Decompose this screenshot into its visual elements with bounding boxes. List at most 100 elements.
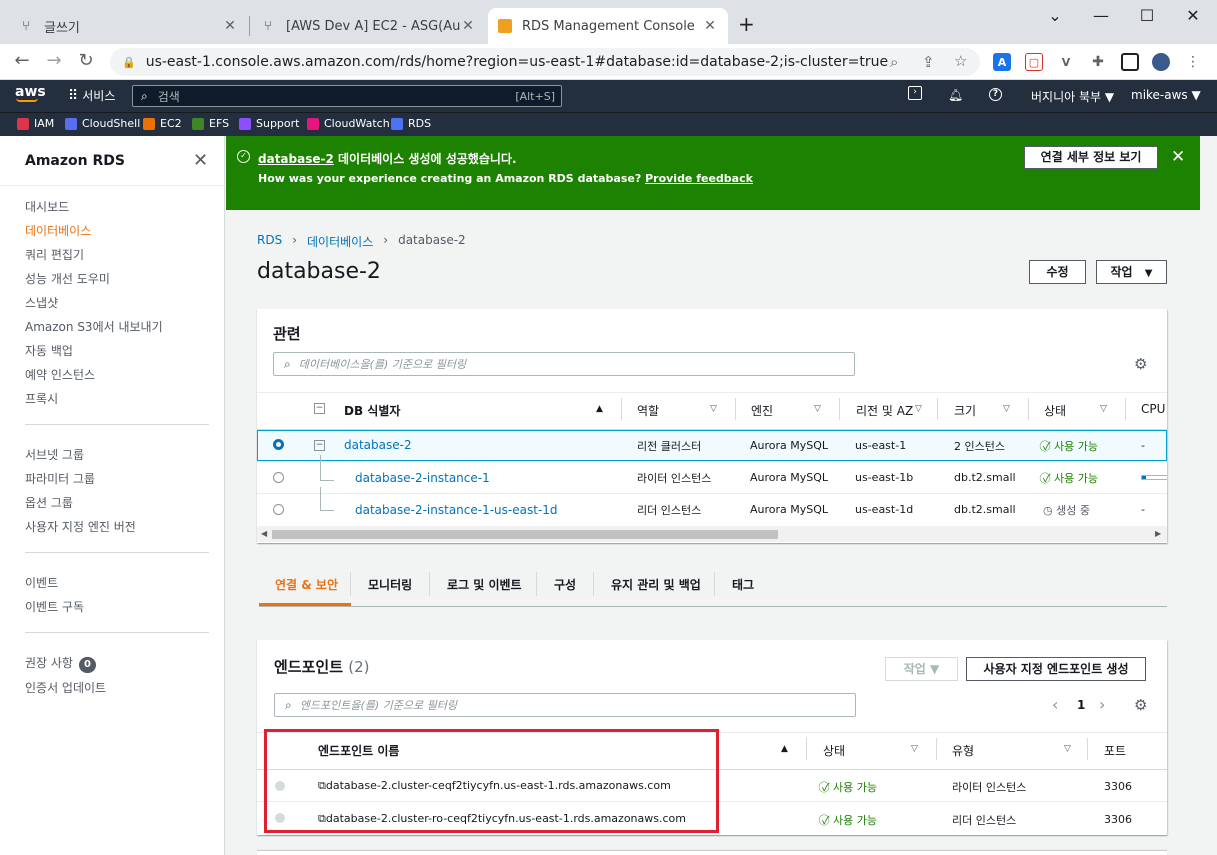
tab-monitoring[interactable]: 모니터링 [368, 576, 412, 593]
page-number[interactable]: 1 [1077, 698, 1085, 712]
minimize-icon[interactable]: — [1086, 6, 1116, 25]
favorite-support[interactable]: Support [239, 117, 299, 130]
sort-asc-icon[interactable]: ▲ [781, 744, 788, 754]
breadcrumb-rds[interactable]: RDS [257, 233, 282, 250]
sidebar-item-certificate-update[interactable]: 인증서 업데이트 [25, 679, 106, 696]
related-filter-input[interactable]: ⌕ 데이터베이스을(를) 기준으로 필터링 [273, 352, 855, 376]
side-panel-icon[interactable] [1121, 53, 1139, 71]
favorite-cloudwatch[interactable]: CloudWatch [307, 117, 390, 130]
db-identifier-link[interactable]: database-2-instance-1-us-east-1d [355, 503, 558, 517]
next-page-icon[interactable]: › [1099, 695, 1105, 714]
breadcrumb-databases[interactable]: 데이터베이스 [307, 233, 373, 250]
extensions-puzzle-icon[interactable]: ✚ [1089, 53, 1107, 71]
sidebar-item-automated-backups[interactable]: 자동 백업 [25, 342, 73, 359]
actions-button[interactable]: 작업 ▼ [1096, 260, 1167, 284]
sidebar-item-event-subscriptions[interactable]: 이벤트 구독 [25, 598, 84, 615]
sidebar-item-dashboard[interactable]: 대시보드 [25, 198, 69, 215]
collapse-all-icon[interactable]: − [314, 403, 325, 414]
close-icon[interactable]: ✕ [222, 18, 238, 34]
url-bar[interactable]: 🔒 us-east-1.console.aws.amazon.com/rds/h… [110, 48, 980, 76]
col-endpoint-type[interactable]: 유형 [952, 742, 974, 759]
col-db-identifier[interactable]: DB 식별자 [344, 402, 400, 419]
sidebar-item-option-groups[interactable]: 옵션 그룹 [25, 494, 73, 511]
sort-icon[interactable]: ▽ [1064, 744, 1071, 754]
sidebar-item-custom-engine-versions[interactable]: 사용자 지정 엔진 버전 [25, 518, 136, 535]
tab-connectivity-security[interactable]: 연결 & 보안 [275, 576, 338, 593]
close-icon[interactable]: ✕ [460, 18, 476, 34]
tab-tags[interactable]: 태그 [732, 576, 754, 593]
favorite-ec2[interactable]: EC2 [143, 117, 182, 130]
tab-logs-events[interactable]: 로그 및 이벤트 [447, 576, 522, 593]
back-icon[interactable]: ← [10, 50, 34, 71]
bell-icon[interactable]: 🔔︎ [948, 88, 963, 102]
sort-icon[interactable]: ▽ [915, 404, 922, 414]
extension-icon[interactable]: ▢ [1025, 53, 1043, 71]
services-menu[interactable]: ⠿ 서비스 [68, 87, 115, 104]
settings-gear-icon[interactable]: ⚙ [1134, 355, 1147, 373]
db-identifier-link[interactable]: database-2-instance-1 [355, 471, 490, 485]
horizontal-scrollbar[interactable]: ◀ ▶ [257, 526, 1167, 542]
favorite-cloudshell[interactable]: CloudShell [65, 117, 140, 130]
sort-icon[interactable]: ▽ [814, 404, 821, 414]
sidebar-item-query-editor[interactable]: 쿼리 편집기 [25, 246, 84, 263]
vue-extension-icon[interactable]: V [1057, 53, 1075, 71]
cloudshell-icon[interactable]: › [908, 86, 922, 100]
profile-avatar[interactable] [1152, 53, 1170, 71]
menu-kebab-icon[interactable]: ⋮ [1184, 53, 1202, 71]
share-icon[interactable]: ⇪ [922, 53, 935, 71]
sidebar-item-s3-export[interactable]: Amazon S3에서 내보내기 [25, 318, 163, 335]
window-close-icon[interactable]: ✕ [1178, 6, 1208, 25]
sidebar-item-parameter-groups[interactable]: 파라미터 그룹 [25, 470, 95, 487]
sort-asc-icon[interactable]: ▲ [596, 404, 603, 414]
prev-page-icon[interactable]: ‹ [1052, 695, 1058, 714]
help-icon[interactable]: ? [989, 88, 1002, 101]
sidebar-item-recommendations[interactable]: 권장 사항 0 [25, 654, 96, 673]
scroll-left-icon[interactable]: ◀ [261, 529, 267, 538]
sidebar-item-performance-insights[interactable]: 성능 개선 도우미 [25, 270, 110, 287]
flash-db-link[interactable]: database-2 [258, 152, 334, 166]
close-icon[interactable]: ✕ [702, 18, 718, 34]
db-identifier-link[interactable]: database-2 [344, 438, 412, 452]
view-connection-details-button[interactable]: 연결 세부 정보 보기 [1024, 146, 1158, 169]
translate-extension-icon[interactable]: A [993, 53, 1011, 71]
reload-icon[interactable]: ↻ [74, 50, 98, 71]
browser-tab-active[interactable]: RDS Management Console ✕ [488, 8, 728, 44]
provide-feedback-link[interactable]: Provide feedback [645, 172, 753, 185]
sort-icon[interactable]: ▽ [1100, 404, 1107, 414]
region-selector[interactable]: 버지니아 북부 ▼ [1031, 88, 1114, 105]
col-role[interactable]: 역할 [637, 402, 659, 419]
sidebar-item-reserved-instances[interactable]: 예약 인스턴스 [25, 366, 95, 383]
settings-gear-icon[interactable]: ⚙ [1134, 696, 1147, 714]
col-engine[interactable]: 엔진 [751, 402, 773, 419]
bookmark-star-icon[interactable]: ☆ [954, 52, 967, 70]
favorite-iam[interactable]: IAM [17, 117, 54, 130]
col-endpoint-status[interactable]: 상태 [823, 742, 845, 759]
sort-icon[interactable]: ▽ [1003, 404, 1010, 414]
scroll-right-icon[interactable]: ▶ [1155, 529, 1161, 538]
col-size[interactable]: 크기 [954, 402, 976, 419]
row-radio[interactable] [273, 472, 284, 483]
scrollbar-thumb[interactable] [272, 530, 778, 539]
sidebar-item-snapshots[interactable]: 스냅샷 [25, 294, 58, 311]
create-custom-endpoint-button[interactable]: 사용자 지정 엔드포인트 생성 [966, 657, 1146, 681]
sidebar-item-subnet-groups[interactable]: 서브넷 그룹 [25, 446, 84, 463]
maximize-icon[interactable]: ☐ [1132, 6, 1162, 25]
sidebar-item-events[interactable]: 이벤트 [25, 574, 58, 591]
endpoint-filter-input[interactable]: ⌕ 엔드포인트을(를) 기준으로 필터링 [274, 693, 856, 717]
modify-button[interactable]: 수정 [1029, 260, 1086, 284]
tab-configuration[interactable]: 구성 [554, 576, 576, 593]
close-icon[interactable]: ✕ [193, 150, 208, 171]
forward-icon[interactable]: → [42, 50, 66, 71]
favorite-rds[interactable]: RDS [391, 117, 431, 130]
account-menu[interactable]: mike-aws ▼ [1131, 88, 1201, 102]
sort-icon[interactable]: ▽ [911, 744, 918, 754]
col-region-az[interactable]: 리전 및 AZ [856, 402, 913, 419]
endpoint-actions-button[interactable]: 작업 ▼ [885, 657, 958, 681]
browser-tab[interactable]: ⑂ 글쓰기 ✕ [8, 8, 248, 44]
favorite-efs[interactable]: EFS [192, 117, 229, 130]
new-tab-button[interactable]: + [738, 12, 755, 36]
sidebar-item-databases[interactable]: 데이터베이스 [25, 222, 91, 239]
zoom-icon[interactable]: ⌕ [890, 53, 898, 71]
row-radio[interactable] [273, 504, 284, 515]
close-icon[interactable]: ✕ [1171, 147, 1185, 167]
